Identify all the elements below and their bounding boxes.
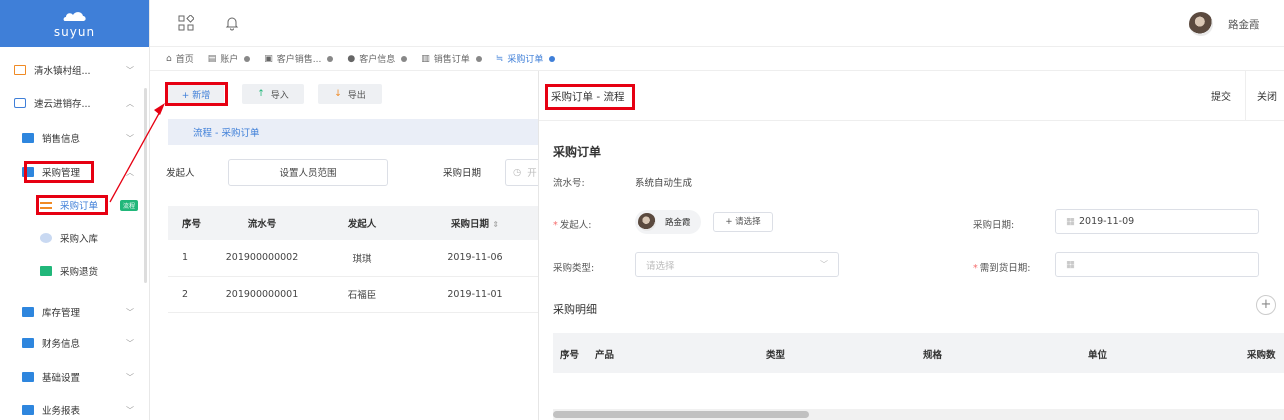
app-root: suyun 清水镇村组... ﹀ 速云进销存... ︿ 销售信息 ﹀ 采购管理 … bbox=[0, 0, 1284, 420]
annotation-arrow bbox=[109, 103, 165, 203]
